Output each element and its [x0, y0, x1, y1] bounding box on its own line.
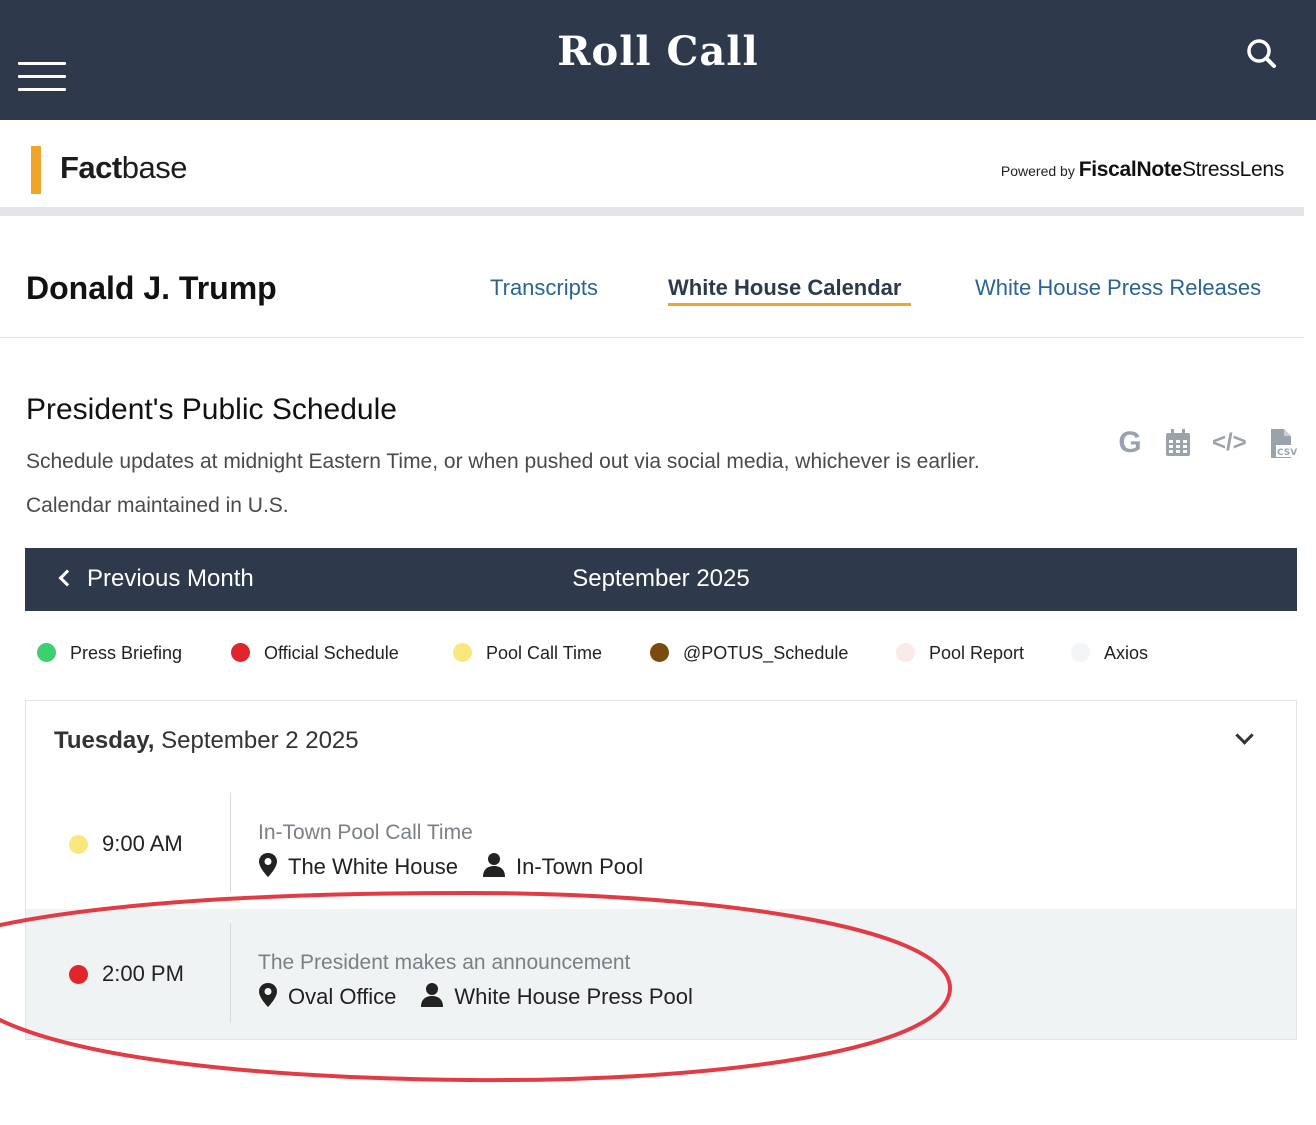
legend-label: Press Briefing [70, 643, 183, 663]
search-icon[interactable] [1244, 36, 1280, 72]
section-divider [0, 207, 1304, 216]
event-title[interactable]: In-Town Pool Call Time [258, 821, 473, 845]
menu-line [18, 88, 66, 91]
legend-dot [650, 643, 669, 662]
powered-by-label: Powered by [1000, 163, 1075, 179]
factbase-accent-bar [31, 146, 41, 194]
legend-dot [896, 643, 915, 662]
factbase-bar: Factbase Powered by FiscalNoteStressLens [0, 120, 1316, 208]
google-icon[interactable]: G [1115, 428, 1145, 458]
event-separator [230, 793, 231, 893]
legend-dot [231, 643, 250, 662]
schedule-title: President's Public Schedule [26, 393, 397, 426]
day-panel: Tuesday, September 2 2025 9:00 AM In-Tow… [25, 700, 1297, 1040]
event-category-dot [69, 965, 88, 984]
event-meta: The White House In-Town Pool [258, 852, 643, 884]
person-icon [420, 982, 444, 1014]
legend-item-pool-report[interactable]: Pool Report [896, 643, 1024, 664]
legend-item-axios[interactable]: Axios [1071, 643, 1148, 664]
legend-label: Axios [1104, 643, 1149, 663]
embed-code-icon[interactable]: </> [1212, 428, 1252, 458]
event-row[interactable]: 2:00 PM The President makes an announcem… [26, 909, 1296, 1039]
nav-divider [0, 337, 1304, 338]
chevron-down-icon[interactable] [1232, 726, 1260, 753]
legend-dot [1071, 643, 1090, 662]
event-category-dot [69, 835, 88, 854]
active-tab-underline [668, 303, 911, 306]
legend-item-press-briefing[interactable]: Press Briefing [37, 643, 182, 664]
event-location: The White House [288, 854, 458, 879]
event-time: 9:00 AM [102, 831, 183, 856]
fiscalnote-logo: FiscalNote [1078, 158, 1183, 181]
tab-transcripts[interactable]: Transcripts [490, 275, 598, 301]
legend-item-pool-call-time[interactable]: Pool Call Time [453, 643, 602, 664]
svg-text:CSV: CSV [1277, 448, 1297, 458]
legend-dot [453, 643, 472, 662]
event-separator [230, 923, 231, 1023]
location-pin-icon [258, 982, 278, 1014]
tab-white-house-calendar[interactable]: White House Calendar [668, 275, 901, 301]
factbase-logo[interactable]: Factbase [60, 150, 187, 186]
event-attendee: In-Town Pool [515, 854, 644, 879]
legend-label: Pool Call Time [486, 643, 603, 663]
schedule-description: Schedule updates at midnight Eastern Tim… [26, 450, 980, 517]
stresslens-logo: StressLens [1181, 158, 1284, 181]
day-date: September 2 2025 [161, 727, 359, 754]
current-month-title: September 2025 [572, 565, 750, 592]
event-location: Oval Office [288, 984, 397, 1009]
event-time: 2:00 PM [102, 961, 184, 986]
factbase-logo-bold: Fact [60, 150, 122, 185]
menu-line [18, 75, 66, 78]
day-weekday: Tuesday, [54, 727, 155, 754]
location-pin-icon [258, 852, 278, 884]
day-heading: Tuesday, September 2 2025 [54, 727, 359, 755]
legend-dot [37, 643, 56, 662]
event-row[interactable]: 9:00 AM In-Town Pool Call Time The White… [26, 779, 1296, 909]
legend-label: Pool Report [929, 643, 1025, 663]
tab-white-house-press-releases[interactable]: White House Press Releases [975, 275, 1261, 301]
month-navigation-bar: Previous Month September 2025 [25, 548, 1297, 611]
person-name: Donald J. Trump [26, 270, 277, 306]
event-meta: Oval Office White House Press Pool [258, 982, 693, 1014]
legend-label: @POTUS_Schedule [683, 643, 849, 663]
site-header: Roll Call [0, 0, 1316, 120]
powered-by[interactable]: Powered by FiscalNoteStressLens [1001, 158, 1284, 182]
site-logo[interactable]: Roll Call [0, 28, 1316, 75]
event-title[interactable]: The President makes an announcement [258, 951, 630, 975]
csv-file-icon[interactable]: CSV [1268, 428, 1298, 458]
legend-label: Official Schedule [264, 643, 399, 663]
legend-item-official-schedule[interactable]: Official Schedule [231, 643, 399, 664]
event-attendee: White House Press Pool [454, 984, 693, 1009]
factbase-logo-light: base [121, 150, 188, 185]
person-icon [482, 852, 506, 884]
legend-item-potus-schedule[interactable]: @POTUS_Schedule [650, 643, 848, 664]
calendar-icon[interactable] [1164, 428, 1194, 458]
